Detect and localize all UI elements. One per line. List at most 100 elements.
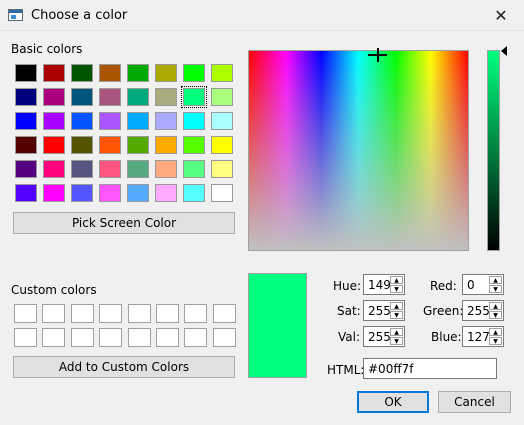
basic-color-swatch[interactable]: [211, 136, 233, 154]
custom-color-swatch[interactable]: [42, 328, 65, 347]
val-down-arrow-icon[interactable]: ▼: [390, 337, 403, 345]
custom-color-swatch[interactable]: [14, 328, 37, 347]
red-down-arrow-icon[interactable]: ▼: [489, 285, 502, 293]
basic-color-swatch[interactable]: [99, 64, 121, 82]
red-spinbox[interactable]: 0 ▲ ▼: [462, 274, 504, 295]
val-up-arrow-icon[interactable]: ▲: [390, 328, 403, 336]
add-to-custom-colors-button[interactable]: Add to Custom Colors: [13, 356, 235, 378]
custom-color-swatch[interactable]: [99, 304, 122, 323]
custom-color-swatch[interactable]: [42, 304, 65, 323]
basic-color-swatch[interactable]: [71, 112, 93, 130]
basic-color-swatch[interactable]: [15, 64, 37, 82]
basic-color-swatch[interactable]: [155, 88, 177, 106]
sat-down-arrow-icon[interactable]: ▼: [390, 311, 403, 319]
html-color-input[interactable]: #00ff7f: [363, 358, 497, 379]
basic-color-swatch[interactable]: [15, 160, 37, 178]
custom-color-swatch[interactable]: [213, 304, 236, 323]
val-value: 255: [368, 330, 391, 344]
basic-color-swatch[interactable]: [183, 160, 205, 178]
custom-color-swatch[interactable]: [99, 328, 122, 347]
basic-color-swatch[interactable]: [15, 184, 37, 202]
basic-color-swatch[interactable]: [211, 184, 233, 202]
basic-color-swatch[interactable]: [43, 112, 65, 130]
basic-color-swatch[interactable]: [43, 64, 65, 82]
green-down-arrow-icon[interactable]: ▼: [489, 311, 502, 319]
value-slider[interactable]: [487, 50, 500, 251]
value-slider-arrow-icon[interactable]: [501, 46, 507, 56]
custom-color-swatch[interactable]: [213, 328, 236, 347]
red-up-arrow-icon[interactable]: ▲: [489, 276, 502, 284]
basic-colors-label: Basic colors: [11, 42, 83, 56]
basic-color-swatch[interactable]: [99, 88, 121, 106]
basic-color-swatch[interactable]: [71, 88, 93, 106]
basic-color-swatch[interactable]: [211, 160, 233, 178]
blue-down-arrow-icon[interactable]: ▼: [489, 337, 502, 345]
basic-color-swatch[interactable]: [127, 160, 149, 178]
basic-color-swatch[interactable]: [43, 160, 65, 178]
custom-color-swatch[interactable]: [156, 304, 179, 323]
blue-spinbox[interactable]: 127 ▲ ▼: [462, 326, 504, 347]
basic-color-swatch[interactable]: [99, 112, 121, 130]
hue-down-arrow-icon[interactable]: ▼: [390, 285, 403, 293]
basic-color-swatch[interactable]: [71, 184, 93, 202]
green-value: 255: [467, 304, 490, 318]
basic-color-swatch[interactable]: [15, 136, 37, 154]
blue-up-arrow-icon[interactable]: ▲: [489, 328, 502, 336]
basic-color-swatch[interactable]: [15, 88, 37, 106]
basic-color-swatch[interactable]: [99, 160, 121, 178]
custom-color-swatch[interactable]: [128, 328, 151, 347]
color-preview: [248, 273, 307, 378]
basic-color-swatch[interactable]: [127, 184, 149, 202]
custom-color-swatch[interactable]: [128, 304, 151, 323]
basic-color-swatch[interactable]: [183, 112, 205, 130]
basic-color-swatch[interactable]: [127, 112, 149, 130]
cancel-button[interactable]: Cancel: [438, 391, 511, 413]
custom-color-swatch[interactable]: [184, 328, 207, 347]
sat-up-arrow-icon[interactable]: ▲: [390, 302, 403, 310]
hue-spinbox[interactable]: 149 ▲ ▼: [363, 274, 405, 295]
basic-color-swatch[interactable]: [155, 64, 177, 82]
green-up-arrow-icon[interactable]: ▲: [489, 302, 502, 310]
custom-color-swatch[interactable]: [184, 304, 207, 323]
basic-color-swatch[interactable]: [183, 136, 205, 154]
sat-spinbox[interactable]: 255 ▲ ▼: [363, 300, 405, 321]
sat-label: Sat:: [337, 304, 361, 318]
basic-color-swatch[interactable]: [99, 136, 121, 154]
custom-color-swatch[interactable]: [71, 304, 94, 323]
pick-screen-color-button[interactable]: Pick Screen Color: [13, 212, 235, 234]
hue-value: 149: [368, 278, 391, 292]
basic-color-swatch[interactable]: [155, 160, 177, 178]
ok-button[interactable]: OK: [357, 391, 429, 413]
basic-color-swatch[interactable]: [15, 112, 37, 130]
basic-color-swatch[interactable]: [127, 136, 149, 154]
basic-color-swatch[interactable]: [99, 184, 121, 202]
basic-color-swatch[interactable]: [183, 184, 205, 202]
basic-color-swatch[interactable]: [181, 86, 207, 108]
basic-color-swatch[interactable]: [211, 64, 233, 82]
hue-up-arrow-icon[interactable]: ▲: [390, 276, 403, 284]
val-spinbox[interactable]: 255 ▲ ▼: [363, 326, 405, 347]
close-button[interactable]: ✕: [488, 4, 514, 28]
basic-color-swatch[interactable]: [43, 136, 65, 154]
basic-color-swatch[interactable]: [155, 136, 177, 154]
red-label: Red:: [430, 279, 457, 293]
basic-color-swatch[interactable]: [155, 112, 177, 130]
blue-value: 127: [467, 330, 490, 344]
basic-color-swatch[interactable]: [127, 64, 149, 82]
red-value: 0: [467, 278, 475, 292]
basic-color-swatch[interactable]: [71, 64, 93, 82]
basic-color-swatch[interactable]: [211, 112, 233, 130]
basic-color-swatch[interactable]: [43, 184, 65, 202]
basic-color-swatch[interactable]: [155, 184, 177, 202]
basic-color-swatch[interactable]: [71, 160, 93, 178]
basic-color-swatch[interactable]: [183, 64, 205, 82]
basic-color-swatch[interactable]: [43, 88, 65, 106]
green-spinbox[interactable]: 255 ▲ ▼: [462, 300, 504, 321]
custom-color-swatch[interactable]: [71, 328, 94, 347]
custom-color-swatch[interactable]: [14, 304, 37, 323]
custom-color-swatch[interactable]: [156, 328, 179, 347]
basic-color-swatch[interactable]: [71, 136, 93, 154]
hue-saturation-spectrum[interactable]: [248, 50, 469, 251]
basic-color-swatch[interactable]: [127, 88, 149, 106]
basic-color-swatch[interactable]: [211, 88, 233, 106]
